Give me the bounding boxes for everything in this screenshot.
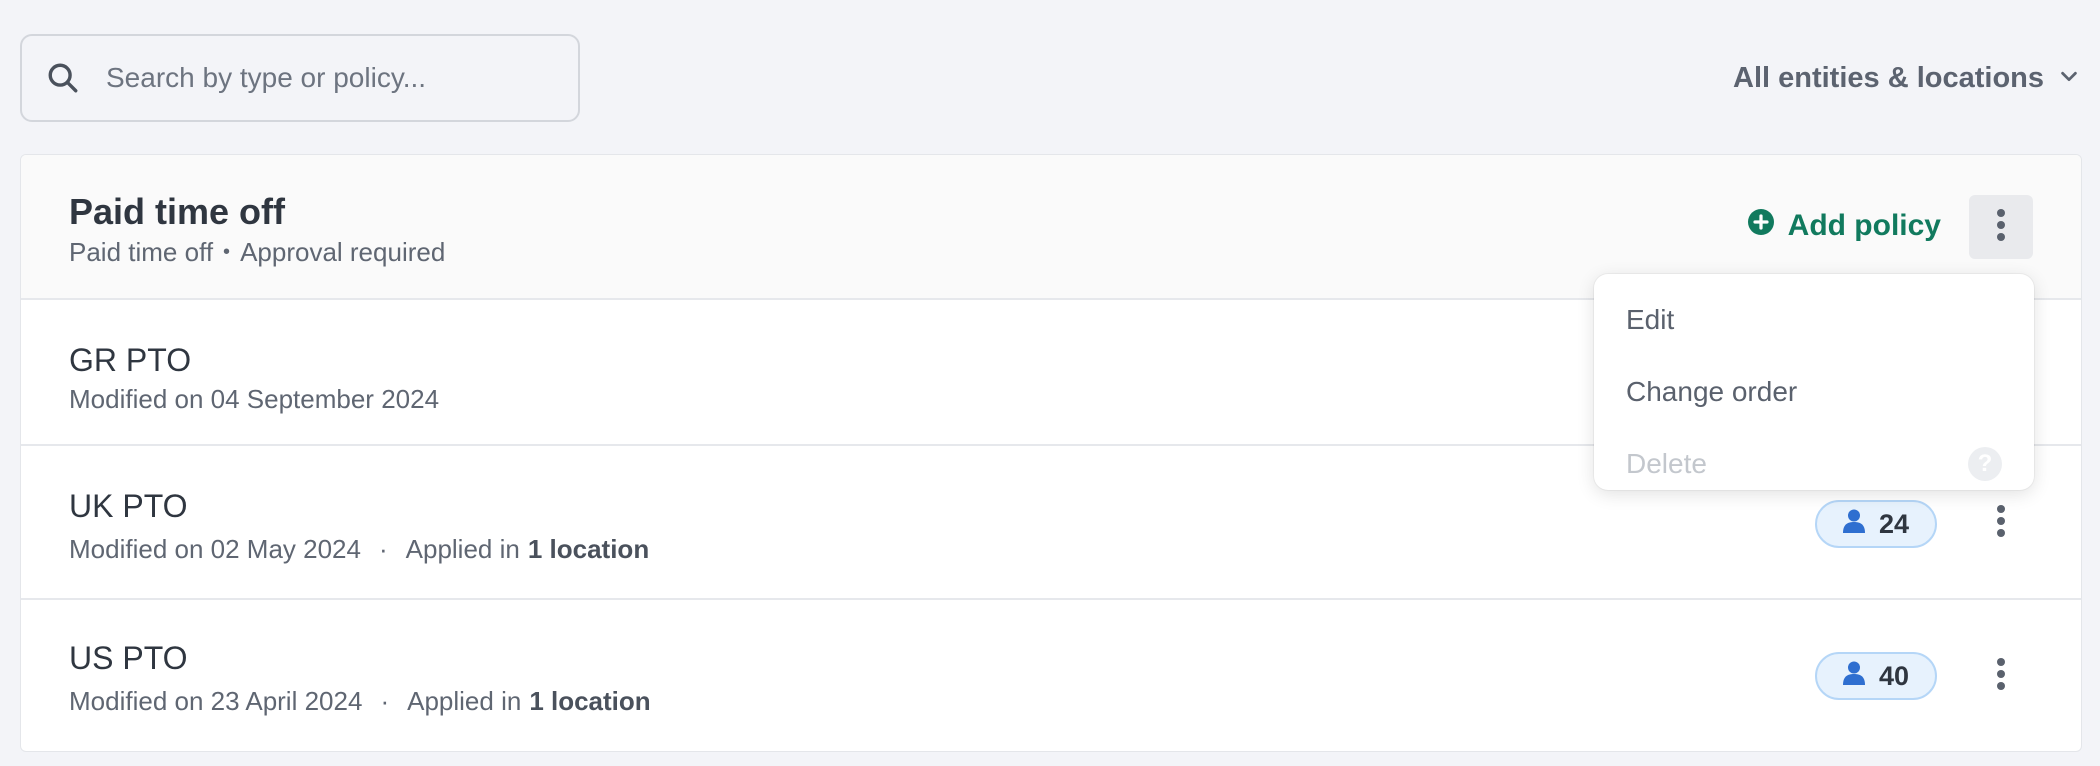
employee-count-badge[interactable]: 40 <box>1815 652 1937 700</box>
group-more-button[interactable] <box>1969 195 2033 259</box>
applied-value: 1 location <box>529 686 651 716</box>
menu-item-edit[interactable]: Edit <box>1594 284 2034 356</box>
filter-label: All entities & locations <box>1733 61 2044 94</box>
meta-separator: · <box>380 686 390 716</box>
help-icon[interactable]: ? <box>1968 447 2002 481</box>
chevron-down-icon <box>2058 62 2080 95</box>
applied-prefix: Applied in <box>407 686 522 716</box>
policy-name: US PTO <box>69 640 188 676</box>
menu-item-delete-label: Delete <box>1626 448 1707 479</box>
employee-count: 40 <box>1878 660 1910 691</box>
add-policy-button[interactable]: Add policy <box>1747 209 1941 243</box>
meta-separator: · <box>378 534 388 564</box>
group-title: Paid time off <box>69 191 286 232</box>
policy-meta: Modified on 23 April 2024 · Applied in 1… <box>69 686 651 717</box>
search-input[interactable] <box>106 62 546 94</box>
add-policy-label: Add policy <box>1787 209 1941 242</box>
policy-meta: Modified on 04 September 2024 <box>69 384 439 415</box>
table-row[interactable]: US PTO Modified on 23 April 2024 · Appli… <box>21 600 2081 751</box>
applied-value: 1 location <box>527 534 650 564</box>
policy-meta: Modified on 02 May 2024 · Applied in 1 l… <box>69 534 649 565</box>
entity-location-filter[interactable]: All entities & locations <box>1733 56 2080 100</box>
subtitle-separator: • <box>223 241 231 263</box>
plus-circle-icon <box>1747 209 1774 243</box>
search-box[interactable] <box>20 34 580 122</box>
menu-item-change-order[interactable]: Change order <box>1594 356 2034 428</box>
person-icon <box>1842 509 1865 540</box>
policy-modified: Modified on 04 September 2024 <box>69 384 440 414</box>
applied-prefix: Applied in <box>405 534 520 564</box>
group-approval: Approval required <box>240 237 446 267</box>
person-icon <box>1842 661 1865 692</box>
policy-modified: Modified on 02 May 2024 <box>69 534 361 564</box>
policy-name: GR PTO <box>69 342 192 378</box>
more-vertical-icon <box>1996 504 2006 543</box>
more-vertical-icon <box>1996 657 2006 696</box>
policy-modified: Modified on 23 April 2024 <box>69 686 363 716</box>
group-type: Paid time off <box>69 237 214 267</box>
search-icon <box>44 59 82 97</box>
row-more-button[interactable] <box>1969 644 2033 708</box>
more-vertical-icon <box>1996 208 2006 247</box>
menu-item-delete: Delete ? <box>1594 428 2034 500</box>
employee-count-badge[interactable]: 24 <box>1815 500 1937 548</box>
row-more-button[interactable] <box>1969 491 2033 555</box>
group-subtitle: Paid time off • Approval required <box>69 237 445 268</box>
policy-name: UK PTO <box>69 488 188 524</box>
group-actions-menu: Edit Change order Delete ? <box>1594 274 2034 490</box>
employee-count: 24 <box>1878 508 1910 539</box>
